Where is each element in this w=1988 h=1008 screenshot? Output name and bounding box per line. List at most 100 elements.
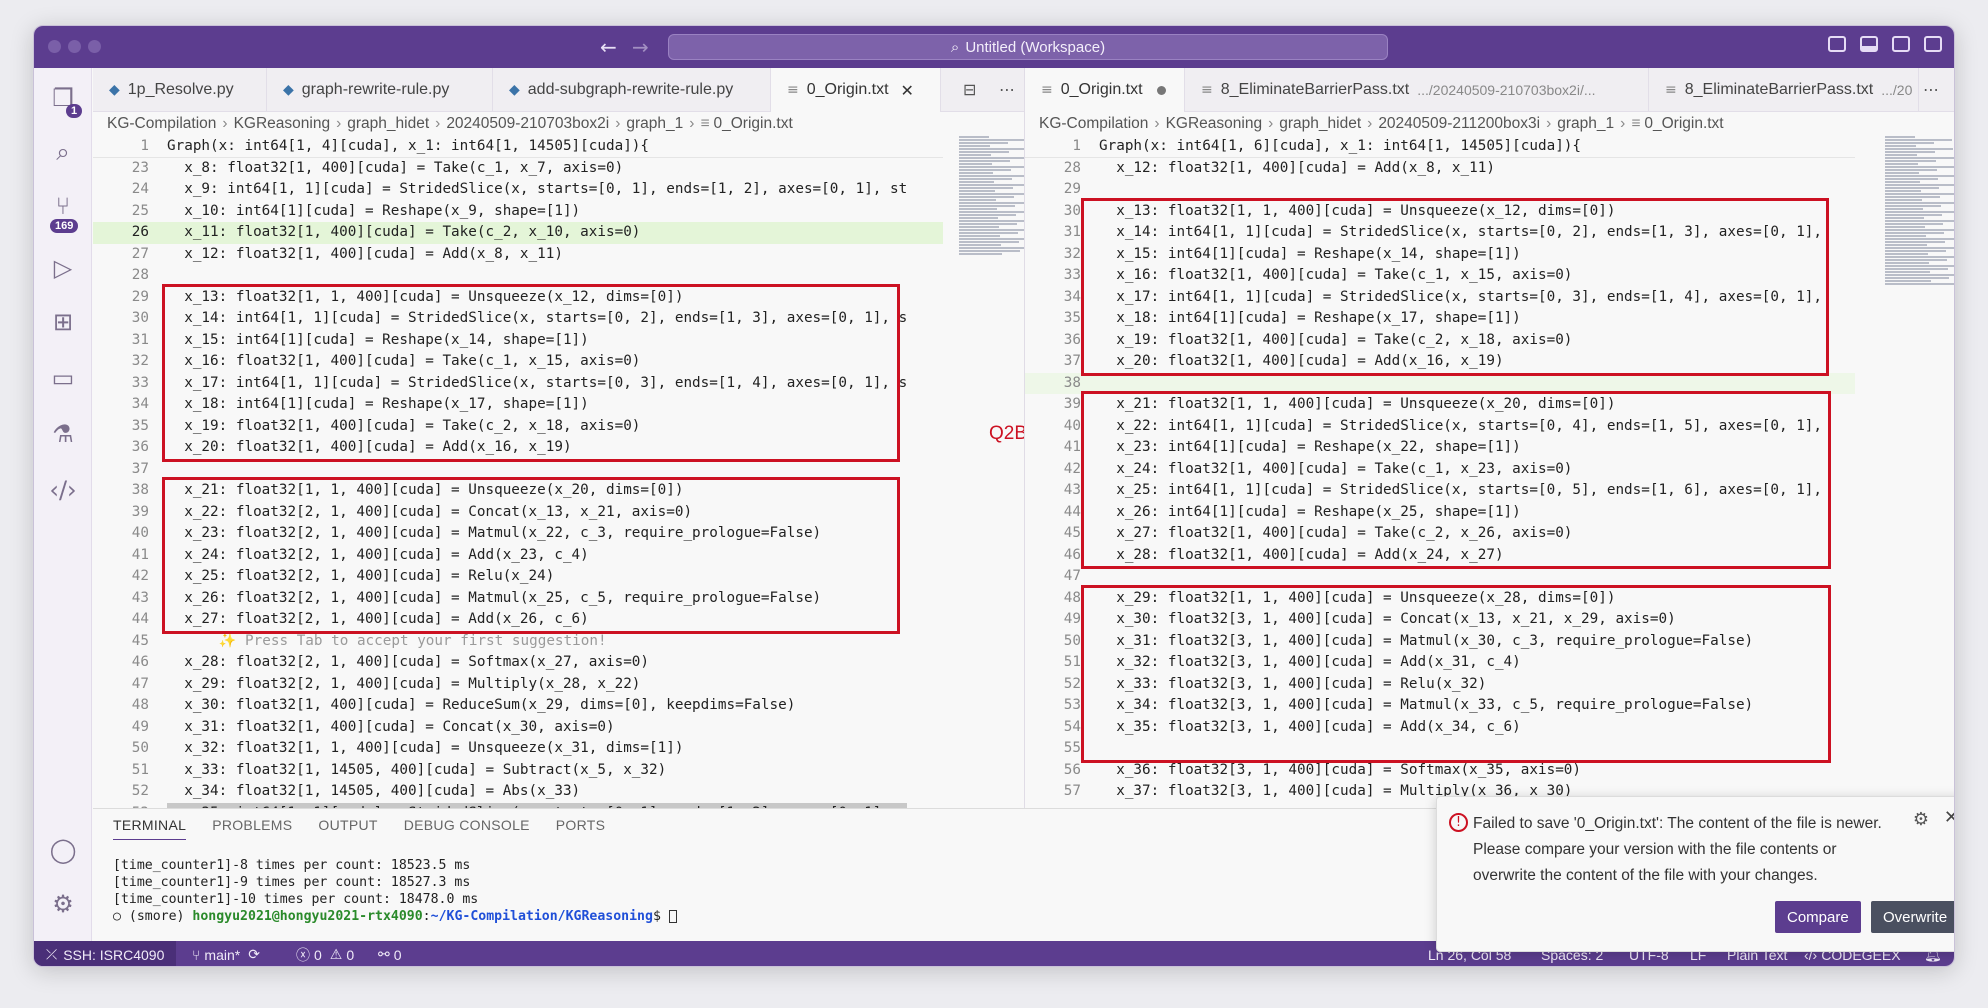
minimap-line: [1885, 265, 1954, 267]
maximize-window-button[interactable]: [88, 40, 101, 53]
line-number: 57: [1063, 783, 1081, 799]
unsaved-dot-icon[interactable]: [1156, 85, 1166, 95]
remote-explorer-icon[interactable]: ▭: [49, 364, 77, 392]
codegeex-icon[interactable]: ‹/›: [49, 476, 77, 504]
more-actions-icon[interactable]: ⋯: [999, 80, 1015, 99]
toggle-panel-icon[interactable]: [1860, 36, 1878, 52]
ports-indicator[interactable]: ⚯ 0: [378, 941, 402, 966]
branch-indicator[interactable]: ⑂ main* ⟳: [192, 941, 260, 966]
panel-tab-terminal[interactable]: TERMINAL: [113, 817, 187, 840]
toggle-secondary-sidebar-icon[interactable]: [1892, 36, 1910, 52]
code-line: 29 x_13: float32[1, 1, 400][cuda] = Unsq…: [93, 287, 943, 309]
code-line: 35 x_19: float32[1, 400][cuda] = Take(c_…: [93, 416, 943, 438]
minimize-window-button[interactable]: [68, 40, 81, 53]
source-control-icon[interactable]: ⑂: [49, 192, 77, 220]
annotation-label: Q2B: [989, 423, 1028, 444]
code-text: Graph(x: int64[1, 4][cuda], x_1: int64[1…: [167, 138, 650, 154]
panel-tab-ports[interactable]: PORTS: [556, 817, 605, 840]
code-text: x_24: float32[1, 400][cuda] = Take(c_1, …: [1099, 460, 1573, 477]
minimap-line: [959, 148, 1027, 150]
line-number: 29: [1063, 181, 1081, 197]
line-number: 31: [131, 331, 149, 348]
tab-graph-rewrite-rule[interactable]: ◆ graph-rewrite-rule.py: [267, 68, 493, 112]
code-text: x_14: int64[1, 1][cuda] = StridedSlice(x…: [167, 310, 908, 326]
run-debug-icon[interactable]: ▷: [49, 254, 77, 282]
compare-button[interactable]: Compare: [1775, 901, 1861, 933]
close-tab-icon[interactable]: ✕: [901, 81, 914, 100]
breadcrumb-item[interactable]: 0_Origin.txt: [1644, 115, 1723, 133]
minimap-right[interactable]: [1885, 136, 1954, 316]
breadcrumb-item[interactable]: 20240509-211200box3i: [1378, 115, 1540, 133]
tab-add-subgraph-rewrite-rule[interactable]: ◆ add-subgraph-rewrite-rule.py: [493, 68, 771, 112]
code-text: x_33: float32[1, 14505, 400][cuda] = Sub…: [167, 761, 667, 778]
breadcrumb-item[interactable]: KG-Compilation: [1039, 115, 1148, 133]
forward-arrow-icon[interactable]: →: [632, 35, 649, 59]
code-line: 33 x_17: int64[1, 1][cuda] = StridedSlic…: [93, 373, 943, 395]
code-text: x_24: float32[2, 1, 400][cuda] = Add(x_2…: [167, 546, 589, 563]
minimap-line: [959, 178, 1012, 180]
breadcrumb-item[interactable]: 20240509-210703box2i: [446, 115, 609, 133]
overwrite-button[interactable]: Overwrite: [1871, 901, 1954, 933]
line-number: 48: [131, 697, 149, 713]
line-number: 41: [1063, 439, 1081, 455]
line-number: 42: [131, 568, 149, 584]
manage-gear-icon[interactable]: ⚙: [49, 890, 77, 918]
tab-0-origin-active[interactable]: ≡ 0_Origin.txt ✕: [771, 68, 941, 112]
breadcrumb-item[interactable]: graph_hidet: [1279, 115, 1361, 133]
line-number: 32: [131, 353, 149, 369]
breadcrumb-item[interactable]: 0_Origin.txt: [714, 115, 793, 133]
breadcrumb-item[interactable]: graph_1: [1557, 115, 1614, 133]
minimap-line: [1885, 166, 1954, 168]
code-text: x_26: float32[2, 1, 400][cuda] = Matmul(…: [167, 589, 822, 606]
extensions-icon[interactable]: ⊞: [49, 308, 77, 336]
close-window-button[interactable]: [48, 40, 61, 53]
tab-eliminate-barrier-1[interactable]: ≡ 8_EliminateBarrierPass.txt .../20240509-…: [1185, 68, 1649, 112]
toggle-sidebar-icon[interactable]: [1828, 36, 1846, 52]
terminal-output[interactable]: [time_counter1]-8 times per count: 18523…: [113, 857, 677, 925]
minimap-line: [959, 244, 1001, 246]
tab-1p-resolve[interactable]: ◆ 1p_Resolve.py: [93, 68, 267, 112]
code-text: x_22: int64[1, 1][cuda] = StridedSlice(x…: [1099, 417, 1823, 434]
customize-layout-icon[interactable]: [1924, 36, 1942, 52]
minimap-line: [1885, 283, 1954, 285]
panel-tab-output[interactable]: OUTPUT: [318, 817, 377, 840]
back-arrow-icon[interactable]: ←: [600, 35, 617, 59]
problems-indicator[interactable]: ⓧ 0 ⚠ 0: [296, 941, 354, 966]
breadcrumb-item[interactable]: graph_1: [626, 115, 683, 133]
tab-0-origin-right[interactable]: ≡ 0_Origin.txt: [1025, 68, 1185, 112]
notification-close-icon[interactable]: ✕: [1944, 807, 1954, 828]
line-number: 33: [131, 374, 149, 391]
code-text: x_34: float32[3, 1, 400][cuda] = Matmul(…: [1099, 697, 1754, 713]
minimap-line: [1885, 229, 1954, 231]
notification-settings-gear-icon[interactable]: ⚙: [1913, 809, 1929, 830]
minimap-line: [1885, 202, 1954, 204]
line-number: 26: [131, 224, 149, 240]
minimap-line: [1885, 148, 1953, 150]
code-editor-left[interactable]: 1 Graph(x: int64[1, 4][cuda], x_1: int64[…: [93, 136, 943, 808]
code-text: x_15: int64[1][cuda] = Reshape(x_14, sha…: [1099, 245, 1521, 262]
code-line: 1 Graph(x: int64[1, 6][cuda], x_1: int64[…: [1025, 136, 1855, 158]
breadcrumb-item[interactable]: KG-Compilation: [107, 115, 216, 133]
tab-bar-right: ≡ 0_Origin.txt ≡ 8_EliminateBarrierPass.tx…: [1025, 68, 1954, 112]
breadcrumb-item[interactable]: KGReasoning: [234, 115, 331, 133]
command-center[interactable]: ⌕ Untitled (Workspace): [668, 34, 1388, 60]
breadcrumb-item[interactable]: KGReasoning: [1166, 115, 1263, 133]
code-editor-right[interactable]: 1 Graph(x: int64[1, 6][cuda], x_1: int64[…: [1025, 136, 1855, 808]
minimap-line: [1885, 214, 1942, 216]
minimap-line: [1885, 199, 1922, 201]
tab-eliminate-barrier-2[interactable]: ≡ 8_EliminateBarrierPass.txt .../20: [1649, 68, 1919, 112]
line-number: 49: [1063, 611, 1081, 627]
testing-icon[interactable]: ⚗: [49, 420, 77, 448]
panel-tab-problems[interactable]: PROBLEMS: [212, 817, 292, 840]
line-number: 36: [131, 439, 149, 455]
breadcrumb-item[interactable]: graph_hidet: [347, 115, 429, 133]
line-number: 1: [1072, 138, 1081, 154]
panel-tab-debug-console[interactable]: DEBUG CONSOLE: [404, 817, 530, 840]
split-editor-icon[interactable]: ⊟: [963, 80, 976, 99]
line-number: 44: [1063, 503, 1081, 520]
more-actions-icon[interactable]: ⋯: [1923, 80, 1939, 99]
line-number: 39: [131, 503, 149, 520]
account-icon[interactable]: ◯: [49, 836, 77, 864]
remote-indicator[interactable]: ⤫ SSH: ISRC4090: [34, 941, 177, 966]
search-icon[interactable]: ⌕: [49, 138, 77, 166]
